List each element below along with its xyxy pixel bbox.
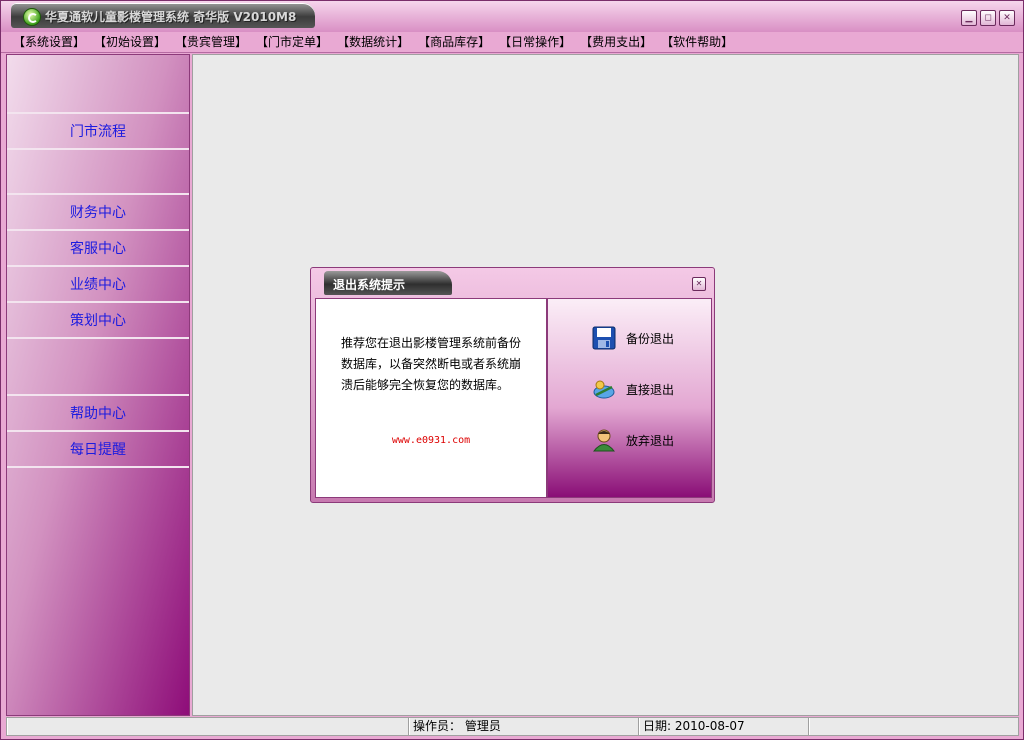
- status-operator: 操作员： 管理员: [409, 718, 639, 735]
- menu-vip-management[interactable]: 【贵宾管理】: [171, 32, 251, 53]
- sidebar-item-performance[interactable]: 业绩中心: [7, 267, 189, 303]
- minimize-button[interactable]: ▁: [961, 10, 977, 26]
- sidebar-item-help[interactable]: 帮助中心: [7, 396, 189, 432]
- sidebar-item-label: 帮助中心: [70, 406, 126, 422]
- backup-exit-label: 备份退出: [626, 331, 675, 346]
- sidebar-header-blank: [7, 55, 189, 114]
- sidebar-item-daily-reminder[interactable]: 每日提醒: [7, 432, 189, 468]
- app-logo-icon: [23, 8, 41, 26]
- sidebar-item-planning[interactable]: 策划中心: [7, 303, 189, 339]
- menu-inventory[interactable]: 【商品库存】: [414, 32, 494, 53]
- website-link[interactable]: www.e0931.com: [316, 435, 546, 446]
- title-tab: 华夏通软儿童影楼管理系统 奇华版 V2010M8: [11, 3, 315, 28]
- menu-store-orders[interactable]: 【门市定单】: [252, 32, 332, 53]
- abandon-exit-label: 放弃退出: [626, 433, 675, 448]
- menu-system-settings[interactable]: 【系统设置】: [9, 32, 89, 53]
- direct-exit-button[interactable]: 直接退出: [592, 376, 674, 402]
- maximize-icon: ◻: [984, 12, 992, 23]
- sidebar: 门市流程 财务中心 客服中心 业绩中心 策划中心 帮助中心 每日提醒: [6, 54, 190, 716]
- menu-initial-settings[interactable]: 【初始设置】: [90, 32, 170, 53]
- menu-daily-operations[interactable]: 【日常操作】: [495, 32, 575, 53]
- dialog-title-tab: 退出系统提示: [324, 271, 452, 295]
- sidebar-item-label: 门市流程: [70, 124, 126, 140]
- menu-statistics[interactable]: 【数据统计】: [333, 32, 413, 53]
- window-title: 华夏通软儿童影楼管理系统 奇华版 V2010M8: [45, 10, 297, 24]
- sidebar-spacer: [7, 150, 189, 195]
- sidebar-item-label: 财务中心: [70, 205, 126, 221]
- dialog-message-panel: 推荐您在退出影楼管理系统前备份数据库，以备突然断电或者系统崩溃后能够完全恢复您的…: [315, 298, 547, 498]
- sidebar-item-label: 客服中心: [70, 241, 126, 257]
- user-icon: [592, 429, 616, 452]
- minimize-icon: ▁: [965, 12, 973, 23]
- window-controls: ▁ ◻ ✕: [961, 10, 1015, 26]
- sidebar-spacer: [7, 339, 189, 396]
- main-window: 华夏通软儿童影楼管理系统 奇华版 V2010M8 ▁ ◻ ✕ 【系统设置】 【初…: [0, 0, 1024, 740]
- backup-exit-button[interactable]: 备份退出: [592, 325, 674, 351]
- title-bar: 华夏通软儿童影楼管理系统 奇华版 V2010M8 ▁ ◻ ✕: [1, 1, 1023, 32]
- menu-expenses[interactable]: 【费用支出】: [576, 32, 656, 53]
- sidebar-item-store-process[interactable]: 门市流程: [7, 114, 189, 150]
- menu-bar: 【系统设置】 【初始设置】 【贵宾管理】 【门市定单】 【数据统计】 【商品库存…: [1, 32, 1023, 53]
- status-date: 日期: 2010-08-07: [639, 718, 809, 735]
- abandon-exit-button[interactable]: 放弃退出: [592, 427, 674, 453]
- dialog-title: 退出系统提示: [333, 278, 406, 292]
- network-icon: [593, 380, 615, 399]
- close-icon: ✕: [695, 279, 703, 288]
- sidebar-item-label: 每日提醒: [70, 442, 126, 458]
- status-bar: 操作员： 管理员 日期: 2010-08-07: [6, 717, 1019, 736]
- sidebar-item-finance[interactable]: 财务中心: [7, 195, 189, 231]
- dialog-close-button[interactable]: ✕: [692, 277, 706, 291]
- close-button[interactable]: ✕: [999, 10, 1015, 26]
- floppy-disk-icon: [592, 326, 616, 350]
- status-cell-empty: [7, 718, 409, 735]
- status-cell-empty: [809, 718, 1018, 735]
- sidebar-item-customer-service[interactable]: 客服中心: [7, 231, 189, 267]
- menu-list: 【系统设置】 【初始设置】 【贵宾管理】 【门市定单】 【数据统计】 【商品库存…: [1, 32, 1023, 53]
- sidebar-item-label: 业绩中心: [70, 277, 126, 293]
- maximize-button[interactable]: ◻: [980, 10, 996, 26]
- exit-dialog: 退出系统提示 ✕ 推荐您在退出影楼管理系统前备份数据库，以备突然断电或者系统崩溃…: [310, 267, 715, 503]
- close-icon: ✕: [1003, 12, 1011, 23]
- dialog-options-panel: 备份退出 直接退出 放弃退出: [547, 298, 712, 498]
- dialog-message: 推荐您在退出影楼管理系统前备份数据库，以备突然断电或者系统崩溃后能够完全恢复您的…: [341, 336, 522, 392]
- direct-exit-label: 直接退出: [626, 382, 675, 397]
- menu-software-help[interactable]: 【软件帮助】: [657, 32, 737, 53]
- sidebar-item-label: 策划中心: [70, 313, 126, 329]
